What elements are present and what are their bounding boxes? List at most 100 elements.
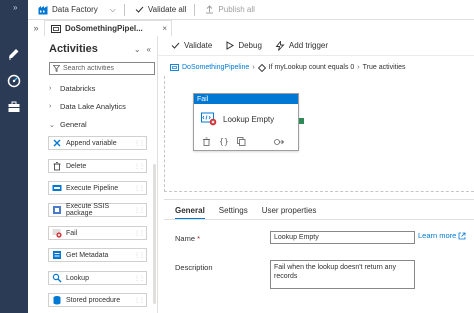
left-rail: » bbox=[0, 0, 28, 313]
output-arrow-icon[interactable] bbox=[273, 138, 284, 146]
activity-execute-pipeline[interactable]: Execute Pipeline ⋮⋮ bbox=[48, 181, 147, 195]
copy-icon[interactable] bbox=[236, 137, 246, 146]
properties-panel: General Settings User properties Name * … bbox=[164, 199, 474, 313]
chevron-right-icon: › bbox=[49, 85, 52, 92]
activity-fail[interactable]: Fail ⋮⋮ bbox=[48, 226, 147, 240]
drag-handle-icon[interactable]: ⋮⋮ bbox=[134, 163, 145, 170]
description-label: Description bbox=[175, 263, 213, 272]
learn-more-label: Learn more bbox=[418, 231, 457, 240]
close-icon[interactable]: × bbox=[162, 24, 167, 33]
activity-label: Append variable bbox=[66, 139, 117, 147]
pipeline-icon bbox=[51, 24, 61, 33]
breadcrumb-pipeline-link[interactable]: DoSomethingPipeline bbox=[182, 64, 249, 71]
code-icon[interactable]: {} bbox=[219, 137, 229, 146]
success-connector-handle[interactable] bbox=[299, 118, 304, 124]
breadcrumb-separator: › bbox=[252, 64, 255, 71]
learn-more-link[interactable]: Learn more bbox=[418, 231, 466, 240]
validate-all-button[interactable]: Validate all bbox=[135, 5, 186, 14]
breadcrumb-condition[interactable]: If myLookup count equals 0 bbox=[269, 64, 355, 71]
node-type-header: Fail bbox=[194, 94, 298, 104]
collapse-all-icon[interactable]: ⌄ bbox=[134, 45, 141, 54]
activity-label: Fail bbox=[66, 229, 78, 237]
stored-procedure-icon bbox=[52, 295, 62, 305]
pencil-icon[interactable] bbox=[5, 45, 23, 63]
validate-button[interactable]: Validate bbox=[171, 41, 212, 50]
lookup-icon bbox=[52, 273, 62, 283]
filter-icon bbox=[53, 65, 60, 72]
activity-append-variable[interactable]: Append variable ⋮⋮ bbox=[48, 136, 147, 150]
checkmark-icon bbox=[135, 6, 144, 13]
top-bar: Data Factory ⌵ Validate all Publish all bbox=[28, 0, 474, 20]
expand-icon[interactable]: » bbox=[28, 23, 44, 33]
description-textarea[interactable]: Fail when the lookup doesn't return any … bbox=[270, 260, 415, 289]
canvas-toolbar: Validate Debug Add trigger bbox=[158, 36, 474, 56]
fail-icon bbox=[201, 112, 217, 126]
activity-label: Lookup bbox=[66, 274, 89, 282]
toolbox-icon[interactable] bbox=[5, 98, 23, 116]
properties-tabs: General Settings User properties bbox=[175, 206, 316, 220]
pipeline-icon bbox=[52, 183, 62, 193]
tab-user-properties[interactable]: User properties bbox=[262, 206, 317, 220]
category-label: General bbox=[60, 120, 87, 129]
fail-activity-node[interactable]: Fail Lookup Empty {} bbox=[193, 93, 299, 151]
drag-handle-icon[interactable]: ⋮⋮ bbox=[134, 230, 145, 237]
add-trigger-button[interactable]: Add trigger bbox=[275, 40, 329, 51]
required-marker: * bbox=[197, 234, 201, 243]
activity-delete[interactable]: Delete ⋮⋮ bbox=[48, 159, 147, 173]
activity-label: Stored procedure bbox=[66, 296, 121, 304]
activity-stored-procedure[interactable]: Stored procedure ⋮⋮ bbox=[48, 293, 147, 307]
activity-label: Delete bbox=[66, 162, 87, 170]
upload-icon bbox=[206, 5, 214, 14]
add-trigger-label: Add trigger bbox=[288, 41, 329, 50]
trigger-icon bbox=[275, 40, 285, 51]
activity-lookup[interactable]: Lookup ⋮⋮ bbox=[48, 271, 147, 285]
category-databricks[interactable]: › Databricks bbox=[49, 84, 95, 93]
drag-handle-icon[interactable]: ⋮⋮ bbox=[134, 185, 145, 192]
checkmark-icon bbox=[171, 42, 180, 49]
category-general[interactable]: ⌄ General bbox=[49, 120, 87, 129]
tab-strip: » DoSomethingPipel... × bbox=[28, 20, 474, 36]
debug-label: Debug bbox=[238, 41, 262, 50]
tab-pipeline[interactable]: DoSomethingPipel... × bbox=[44, 20, 172, 36]
trash-icon bbox=[52, 161, 62, 171]
if-condition-icon bbox=[257, 63, 266, 72]
monitor-icon[interactable] bbox=[5, 72, 23, 90]
delete-icon[interactable] bbox=[202, 137, 211, 146]
activities-scrollbar[interactable] bbox=[153, 164, 156, 304]
drag-handle-icon[interactable]: ⋮⋮ bbox=[134, 207, 145, 214]
rail-collapse-icon[interactable]: » bbox=[13, 3, 17, 12]
activity-label: Execute SSIS package bbox=[66, 203, 110, 217]
drag-handle-icon[interactable]: ⋮⋮ bbox=[134, 252, 145, 259]
data-factory-label: Data Factory bbox=[52, 5, 98, 14]
activity-get-metadata[interactable]: Get Metadata ⋮⋮ bbox=[48, 248, 147, 262]
name-label-text: Name bbox=[175, 234, 196, 243]
activities-header-icons: ⌄ « bbox=[134, 45, 151, 54]
pipeline-icon bbox=[170, 64, 179, 71]
activities-panel: Activities ⌄ « › Databricks › Data Lake … bbox=[44, 36, 158, 313]
drag-handle-icon[interactable]: ⋮⋮ bbox=[134, 275, 145, 282]
data-factory-selector[interactable]: Data Factory ⌵ bbox=[38, 5, 116, 15]
node-name: Lookup Empty bbox=[223, 114, 275, 124]
data-factory-icon bbox=[38, 5, 48, 14]
breadcrumb-separator: › bbox=[357, 64, 360, 71]
chevron-down-icon: ⌵ bbox=[109, 4, 116, 14]
activity-label: Get Metadata bbox=[66, 251, 109, 259]
category-data-lake-analytics[interactable]: › Data Lake Analytics bbox=[49, 102, 126, 111]
activity-execute-ssis[interactable]: Execute SSIS package ⋮⋮ bbox=[48, 203, 147, 217]
activities-search[interactable] bbox=[49, 62, 155, 75]
drag-handle-icon[interactable]: ⋮⋮ bbox=[134, 140, 145, 147]
search-input[interactable] bbox=[63, 65, 153, 72]
tabs-divider bbox=[164, 219, 474, 220]
name-label: Name * bbox=[175, 234, 200, 243]
debug-button[interactable]: Debug bbox=[225, 41, 262, 50]
validate-label: Validate bbox=[184, 41, 213, 50]
breadcrumb-branch: True activities bbox=[362, 64, 406, 71]
publish-all-button[interactable]: Publish all bbox=[205, 5, 255, 14]
drag-handle-icon[interactable]: ⋮⋮ bbox=[134, 297, 145, 304]
ssis-package-icon bbox=[52, 205, 62, 215]
collapse-panel-icon[interactable]: « bbox=[147, 45, 151, 54]
tab-settings[interactable]: Settings bbox=[219, 206, 248, 220]
tab-general[interactable]: General bbox=[175, 206, 205, 220]
breadcrumb: DoSomethingPipeline › If myLookup count … bbox=[170, 63, 406, 72]
name-input[interactable] bbox=[270, 231, 415, 244]
